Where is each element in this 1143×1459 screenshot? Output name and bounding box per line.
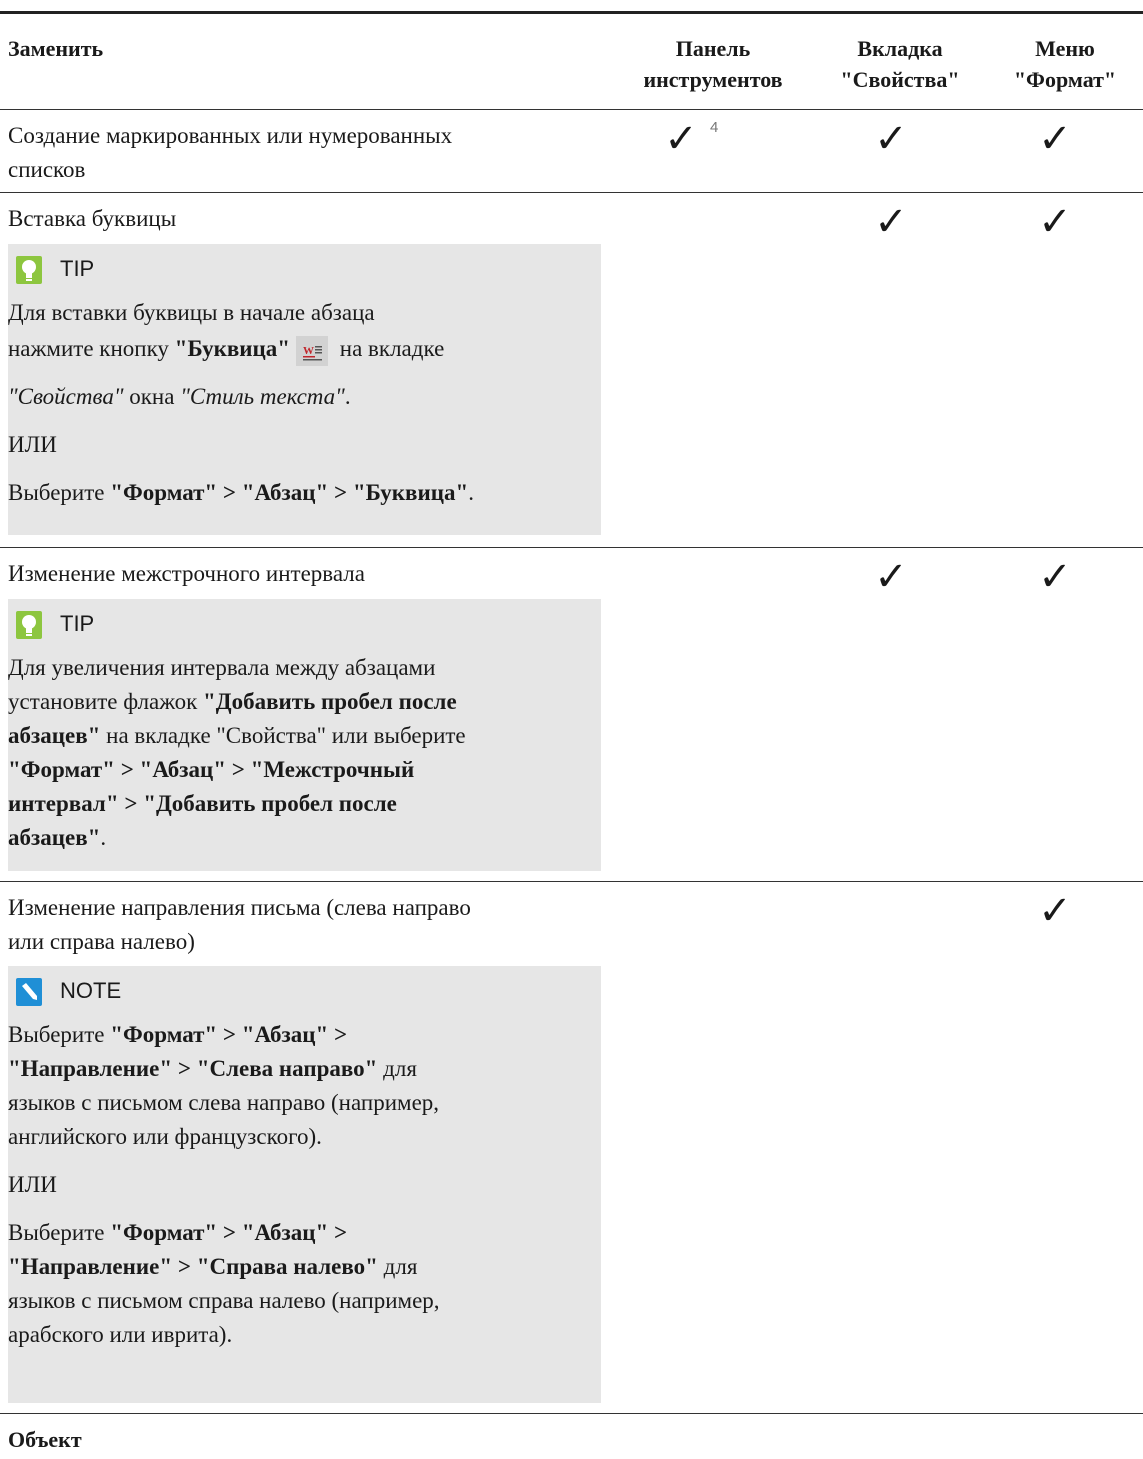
- tip-header: TIP: [8, 244, 601, 296]
- tip-body: Для увеличения интервала между абзацами …: [8, 655, 466, 850]
- tip-or: ИЛИ: [8, 432, 57, 457]
- row-description: Создание маркированных или нумерованных …: [8, 123, 453, 182]
- table-header: Заменить Панель инструментов Вкладка "Св…: [0, 14, 1143, 109]
- row-description: Изменение межстрочного интервала: [8, 561, 365, 586]
- header-format-menu: Меню "Формат": [1013, 36, 1117, 92]
- tip-body: Для вставки буквицы в начале абзаца нажм…: [8, 296, 601, 510]
- lightbulb-icon: [16, 256, 42, 284]
- drop-cap-button-icon: W: [296, 335, 329, 366]
- table-row-lists: Создание маркированных или нумерованных …: [0, 110, 1143, 192]
- note-header: NOTE: [8, 966, 601, 1018]
- row-description: Вставка буквицы: [8, 206, 177, 231]
- note-or: ИЛИ: [8, 1172, 57, 1197]
- header-properties-tab: Вкладка "Свойства": [840, 36, 960, 92]
- check-format-menu: ✓: [1038, 116, 1072, 161]
- lightbulb-icon: [16, 611, 42, 639]
- tip-box: TIP Для увеличения интервала между абзац…: [8, 599, 601, 871]
- section-title-object: Объект: [8, 1427, 82, 1452]
- row-description: Изменение направления письма (слева напр…: [8, 895, 471, 954]
- tip-label: TIP: [60, 256, 95, 281]
- svg-text:W: W: [303, 345, 314, 357]
- check-format-menu: ✓: [1038, 199, 1072, 244]
- note-box: NOTE Выберите "Формат" > "Абзац" > "Напр…: [8, 966, 601, 1403]
- section-row-object: Объект: [0, 1414, 1143, 1459]
- check-properties-tab: ✓: [874, 199, 908, 244]
- table-row-text-direction: Изменение направления письма (слева напр…: [0, 882, 1143, 1413]
- tip-box: TIP Для вставки буквицы в начале абзаца …: [8, 244, 601, 535]
- check-properties-tab: ✓: [874, 116, 908, 161]
- formatting-table: Заменить Панель инструментов Вкладка "Св…: [0, 11, 1143, 1459]
- note-label: NOTE: [60, 978, 122, 1003]
- note-body: Выберите "Формат" > "Абзац" > "Направлен…: [8, 1018, 601, 1352]
- check-toolbar: ✓: [664, 116, 698, 161]
- tip-label: TIP: [60, 611, 95, 636]
- check-format-menu: ✓: [1038, 554, 1072, 599]
- header-replace: Заменить: [8, 36, 104, 61]
- table-row-line-spacing: Изменение межстрочного интервала ✓ ✓ TIP…: [0, 548, 1143, 881]
- footnote-marker: 4: [710, 119, 719, 136]
- header-toolbar: Панель инструментов: [643, 36, 783, 92]
- tip-header: TIP: [8, 599, 601, 651]
- check-format-menu: ✓: [1038, 888, 1072, 933]
- check-properties-tab: ✓: [874, 554, 908, 599]
- pencil-icon: [16, 978, 42, 1006]
- table-row-drop-cap: Вставка буквицы ✓ ✓ TIP Для вставки букв…: [0, 193, 1143, 547]
